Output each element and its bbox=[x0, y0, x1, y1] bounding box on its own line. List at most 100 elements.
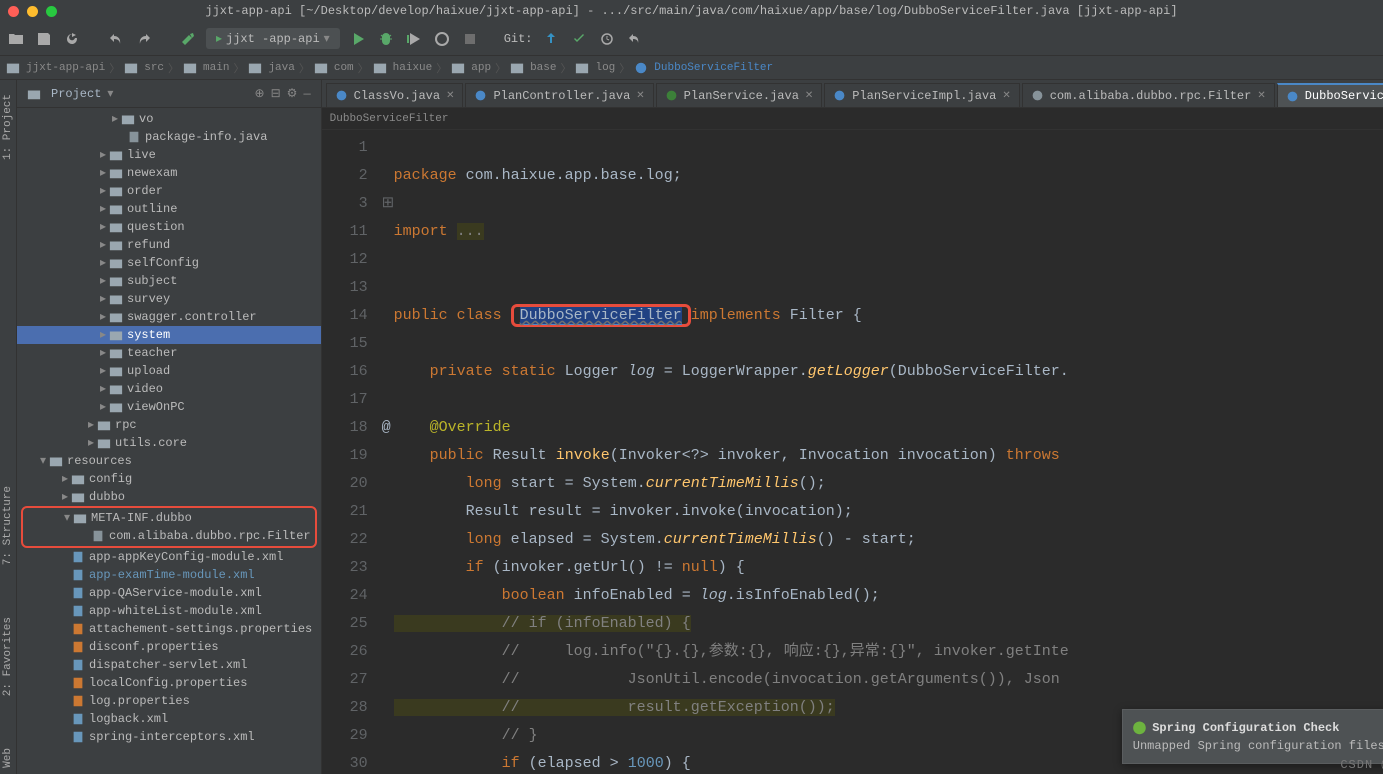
tree-folder[interactable]: ▸video bbox=[17, 380, 321, 398]
coverage-icon[interactable] bbox=[404, 29, 424, 49]
tree-file-xml[interactable]: logback.xml bbox=[17, 710, 321, 728]
tree-folder[interactable]: ▸teacher bbox=[17, 344, 321, 362]
gear-icon[interactable]: ⚙ bbox=[287, 86, 298, 101]
tree-folder-resources[interactable]: ▾resources bbox=[17, 452, 321, 470]
tree-file-xml[interactable]: spring-interceptors.xml bbox=[17, 728, 321, 746]
window-controls[interactable] bbox=[8, 6, 57, 17]
tree-folder-metainf[interactable]: ▾META-INF.dubbo bbox=[23, 509, 315, 527]
close-tab-icon[interactable]: ✕ bbox=[1002, 90, 1010, 102]
editor-area: ClassVo.java✕PlanController.java✕PlanSer… bbox=[322, 80, 1383, 774]
maximize-window[interactable] bbox=[46, 6, 57, 17]
file-tab[interactable]: DubboServiceFilter.java✕ bbox=[1277, 83, 1383, 107]
crumb-src[interactable]: src bbox=[124, 61, 164, 75]
tree-folder[interactable]: ▸swagger.controller bbox=[17, 308, 321, 326]
vcs-commit-icon[interactable] bbox=[569, 29, 589, 49]
main-area: 1: Project 7: Structure 2: Favorites Web… bbox=[0, 80, 1383, 774]
code-content[interactable]: package com.haixue.app.base.log; import … bbox=[394, 130, 1069, 774]
vcs-history-icon[interactable] bbox=[597, 29, 617, 49]
tree-folder-rpc[interactable]: ▸rpc bbox=[17, 416, 321, 434]
tab-project[interactable]: 1: Project bbox=[0, 88, 16, 166]
tree-file-xml[interactable]: app-appKeyConfig-module.xml bbox=[17, 548, 321, 566]
file-tab[interactable]: PlanController.java✕ bbox=[465, 83, 653, 107]
tree-file-xml[interactable]: app-QAService-module.xml bbox=[17, 584, 321, 602]
tree-file-props[interactable]: localConfig.properties bbox=[17, 674, 321, 692]
close-tab-icon[interactable]: ✕ bbox=[636, 90, 644, 102]
crumb-main[interactable]: main bbox=[183, 61, 229, 75]
tree-folder[interactable]: ▸outline bbox=[17, 200, 321, 218]
collapse-icon[interactable]: ⊟ bbox=[271, 86, 281, 101]
file-tab[interactable]: PlanServiceImpl.java✕ bbox=[824, 83, 1019, 107]
stop-icon[interactable] bbox=[460, 29, 480, 49]
spring-config-notification[interactable]: ⬤Spring Configuration Check Unmapped Spr… bbox=[1122, 709, 1383, 764]
crumb-class[interactable]: DubboServiceFilter bbox=[634, 61, 773, 75]
vcs-update-icon[interactable] bbox=[541, 29, 561, 49]
close-tab-icon[interactable]: ✕ bbox=[805, 90, 813, 102]
window-title: jjxt-app-api [~/Desktop/develop/haixue/j… bbox=[205, 4, 1177, 18]
crumb-java[interactable]: java bbox=[248, 61, 294, 75]
file-tab[interactable]: ClassVo.java✕ bbox=[326, 83, 464, 107]
tree-file-props[interactable]: attachement-settings.properties bbox=[17, 620, 321, 638]
tree-file-xml[interactable]: dispatcher-servlet.xml bbox=[17, 656, 321, 674]
undo-icon[interactable] bbox=[106, 29, 126, 49]
crumb-com[interactable]: com bbox=[314, 61, 354, 75]
tree-file-xml[interactable]: app-examTime-module.xml bbox=[17, 566, 321, 584]
tree-folder[interactable]: ▸subject bbox=[17, 272, 321, 290]
close-window[interactable] bbox=[8, 6, 19, 17]
left-tool-gutter: 1: Project 7: Structure 2: Favorites Web bbox=[0, 80, 17, 774]
tab-favorites[interactable]: 2: Favorites bbox=[0, 611, 16, 702]
crumb-root[interactable]: jjxt-app-api bbox=[6, 61, 105, 75]
file-tab[interactable]: PlanService.java✕ bbox=[656, 83, 823, 107]
debug-icon[interactable] bbox=[376, 29, 396, 49]
tree-folder[interactable]: ▸live bbox=[17, 146, 321, 164]
refresh-icon[interactable] bbox=[62, 29, 82, 49]
project-panel: Project ▾ ⊕ ⊟ ⚙ — ▸vo package-info.java … bbox=[17, 80, 322, 774]
titlebar: jjxt-app-api [~/Desktop/develop/haixue/j… bbox=[0, 0, 1383, 22]
tree-folder[interactable]: ▸refund bbox=[17, 236, 321, 254]
minimize-window[interactable] bbox=[27, 6, 38, 17]
tab-web[interactable]: Web bbox=[0, 742, 16, 774]
close-tab-icon[interactable]: ✕ bbox=[446, 90, 454, 102]
hide-panel-icon[interactable]: — bbox=[303, 87, 310, 101]
open-file-icon[interactable] bbox=[6, 29, 26, 49]
crumb-log[interactable]: log bbox=[575, 61, 615, 75]
save-all-icon[interactable] bbox=[34, 29, 54, 49]
tree-folder[interactable]: ▸system bbox=[17, 326, 321, 344]
redo-icon[interactable] bbox=[134, 29, 154, 49]
tree-folder[interactable]: ▸vo bbox=[17, 110, 321, 128]
notification-body: Unmapped Spring configuration files foun… bbox=[1133, 739, 1383, 753]
tree-file-pkginfo[interactable]: package-info.java bbox=[17, 128, 321, 146]
crumb-haixue[interactable]: haixue bbox=[373, 61, 433, 75]
tree-folder[interactable]: ▸survey bbox=[17, 290, 321, 308]
vcs-revert-icon[interactable] bbox=[625, 29, 645, 49]
profile-icon[interactable] bbox=[432, 29, 452, 49]
tree-file-props[interactable]: disconf.properties bbox=[17, 638, 321, 656]
tree-folder-dubbo[interactable]: ▸dubbo bbox=[17, 488, 321, 506]
tree-folder[interactable]: ▸order bbox=[17, 182, 321, 200]
fold-gutter[interactable]: ⊞ @ bbox=[382, 130, 394, 774]
run-config-select[interactable]: ▸ jjxt -app-api ▾ bbox=[206, 28, 340, 49]
editor-breadcrumb: DubboServiceFilter bbox=[322, 108, 1383, 130]
tab-structure[interactable]: 7: Structure bbox=[0, 480, 16, 571]
tree-file-filter[interactable]: com.alibaba.dubbo.rpc.Filter bbox=[23, 527, 315, 545]
tree-folder[interactable]: ▸question bbox=[17, 218, 321, 236]
tree-folder[interactable]: ▸viewOnPC bbox=[17, 398, 321, 416]
git-label: Git: bbox=[504, 32, 533, 46]
tree-file-xml[interactable]: app-whiteList-module.xml bbox=[17, 602, 321, 620]
locate-icon[interactable]: ⊕ bbox=[255, 86, 265, 101]
tree-folder[interactable]: ▸newexam bbox=[17, 164, 321, 182]
close-tab-icon[interactable]: ✕ bbox=[1257, 90, 1265, 102]
breadcrumb-bar: jjxt-app-api 〉src 〉main 〉java 〉com 〉haix… bbox=[0, 56, 1383, 80]
tree-folder-config[interactable]: ▸config bbox=[17, 470, 321, 488]
code-editor[interactable]: 1231112131415161718192021222324252627282… bbox=[322, 130, 1383, 774]
hammer-icon[interactable] bbox=[178, 29, 198, 49]
crumb-base[interactable]: base bbox=[510, 61, 556, 75]
file-tab[interactable]: com.alibaba.dubbo.rpc.Filter✕ bbox=[1022, 83, 1275, 107]
spring-leaf-icon: ⬤ bbox=[1133, 720, 1146, 735]
run-icon[interactable] bbox=[348, 29, 368, 49]
tree-folder[interactable]: ▸selfConfig bbox=[17, 254, 321, 272]
tree-folder[interactable]: ▸upload bbox=[17, 362, 321, 380]
project-tree[interactable]: ▸vo package-info.java ▸live▸newexam▸orde… bbox=[17, 108, 321, 774]
crumb-app[interactable]: app bbox=[451, 61, 491, 75]
tree-file-props[interactable]: log.properties bbox=[17, 692, 321, 710]
tree-folder-utils[interactable]: ▸utils.core bbox=[17, 434, 321, 452]
